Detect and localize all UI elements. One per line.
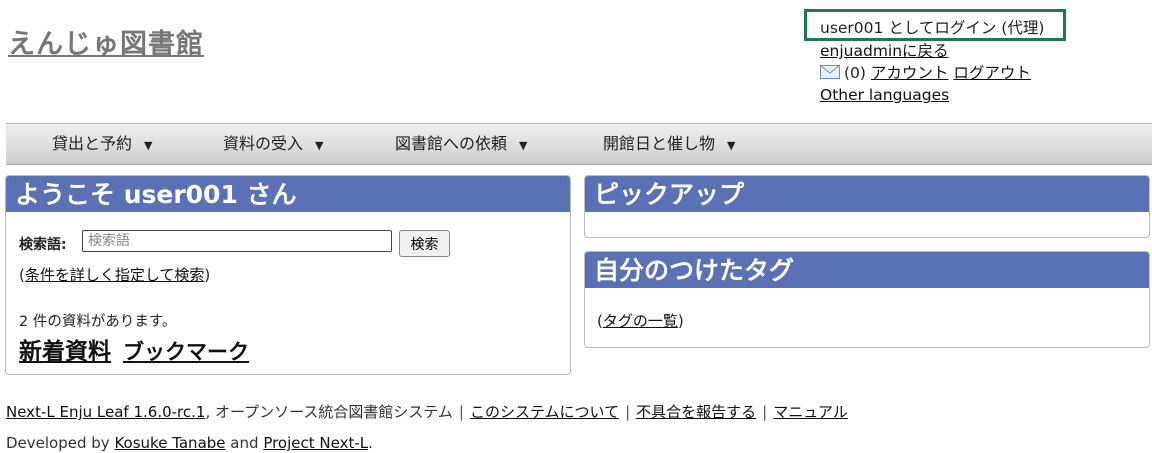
menu-circulation[interactable]: 貸出と予約 ▼ bbox=[52, 124, 152, 164]
author-link[interactable]: Kosuke Tanabe bbox=[114, 434, 225, 452]
mail-count: (0) bbox=[844, 64, 866, 82]
chevron-down-icon: ▼ bbox=[144, 139, 153, 152]
product-description: , オープンソース統合図書館システム bbox=[205, 403, 453, 421]
product-link[interactable]: Next-L Enju Leaf 1.6.0-rc.1 bbox=[6, 403, 205, 421]
mail-icon[interactable] bbox=[820, 64, 840, 84]
menu-label: 貸出と予約 bbox=[52, 134, 133, 153]
footer-credits: Developed by Kosuke Tanabe and Project N… bbox=[6, 434, 373, 452]
search-label: 検索語: bbox=[19, 237, 67, 253]
project-link[interactable]: Project Next-L bbox=[263, 434, 368, 452]
chevron-down-icon: ▼ bbox=[519, 139, 528, 152]
welcome-title: ようこそ user001 さん bbox=[6, 176, 570, 212]
menu-events[interactable]: 開館日と催し物 ▼ bbox=[603, 124, 735, 164]
menu-requests[interactable]: 図書館への依頼 ▼ bbox=[395, 124, 527, 164]
menu-label: 図書館への依頼 bbox=[395, 134, 508, 153]
advanced-search-link[interactable]: 条件を詳しく指定して検索 bbox=[25, 266, 205, 284]
paren-close: ) bbox=[204, 266, 211, 284]
menu-label: 開館日と催し物 bbox=[603, 134, 716, 153]
user-links-row: (0) アカウント ログアウト bbox=[820, 63, 1031, 84]
period-text: . bbox=[368, 434, 373, 452]
developed-by-text: Developed by bbox=[6, 434, 110, 452]
new-items-link[interactable]: 新着資料 bbox=[19, 339, 111, 365]
footer-separator: | bbox=[625, 403, 631, 421]
welcome-panel: ようこそ user001 さん 検索語: 検索 (条件を詳しく指定して検索) 2… bbox=[5, 175, 571, 375]
footer-separator: | bbox=[762, 403, 768, 421]
and-text: and bbox=[230, 434, 259, 452]
chevron-down-icon: ▼ bbox=[727, 139, 736, 152]
pickup-title: ピックアップ bbox=[585, 176, 1149, 212]
tag-list-link[interactable]: タグの一覧 bbox=[603, 312, 678, 330]
account-link[interactable]: アカウント bbox=[871, 64, 949, 82]
main-menu-bar: 貸出と予約 ▼ 資料の受入 ▼ 図書館への依頼 ▼ 開館日と催し物 ▼ bbox=[6, 123, 1152, 165]
tag-list-row: (タグの一覧) bbox=[597, 310, 684, 331]
search-button[interactable]: 検索 bbox=[399, 230, 450, 257]
menu-acquisition[interactable]: 資料の受入 ▼ bbox=[223, 124, 323, 164]
welcome-tabs: 新着資料 ブックマーク bbox=[19, 332, 249, 366]
my-tags-panel: 自分のつけたタグ (タグの一覧) bbox=[584, 251, 1150, 348]
menu-label: 資料の受入 bbox=[223, 134, 304, 153]
other-languages-link[interactable]: Other languages bbox=[820, 86, 949, 104]
advanced-search-row: (条件を詳しく指定して検索) bbox=[19, 264, 210, 285]
pickup-panel: ピックアップ bbox=[584, 175, 1150, 238]
logout-link[interactable]: ログアウト bbox=[953, 64, 1031, 82]
my-tags-title: 自分のつけたタグ bbox=[585, 252, 1149, 288]
item-count-text: 2 件の資料があります。 bbox=[19, 314, 177, 330]
search-input[interactable] bbox=[82, 230, 392, 252]
site-title-link[interactable]: えんじゅ図書館 bbox=[8, 22, 204, 61]
about-link[interactable]: このシステムについて bbox=[470, 403, 619, 421]
footer-separator: | bbox=[458, 403, 464, 421]
bookmark-link[interactable]: ブックマーク bbox=[123, 340, 249, 364]
login-status-text: user001 としてログイン (代理) bbox=[820, 19, 1045, 37]
back-to-admin-link[interactable]: enjuadminに戻る bbox=[820, 42, 949, 60]
report-bug-link[interactable]: 不具合を報告する bbox=[636, 403, 756, 421]
chevron-down-icon: ▼ bbox=[315, 139, 324, 152]
manual-link[interactable]: マニュアル bbox=[773, 403, 848, 421]
footer-links: Next-L Enju Leaf 1.6.0-rc.1, オープンソース統合図書… bbox=[6, 401, 848, 422]
paren-close: ) bbox=[677, 312, 684, 330]
